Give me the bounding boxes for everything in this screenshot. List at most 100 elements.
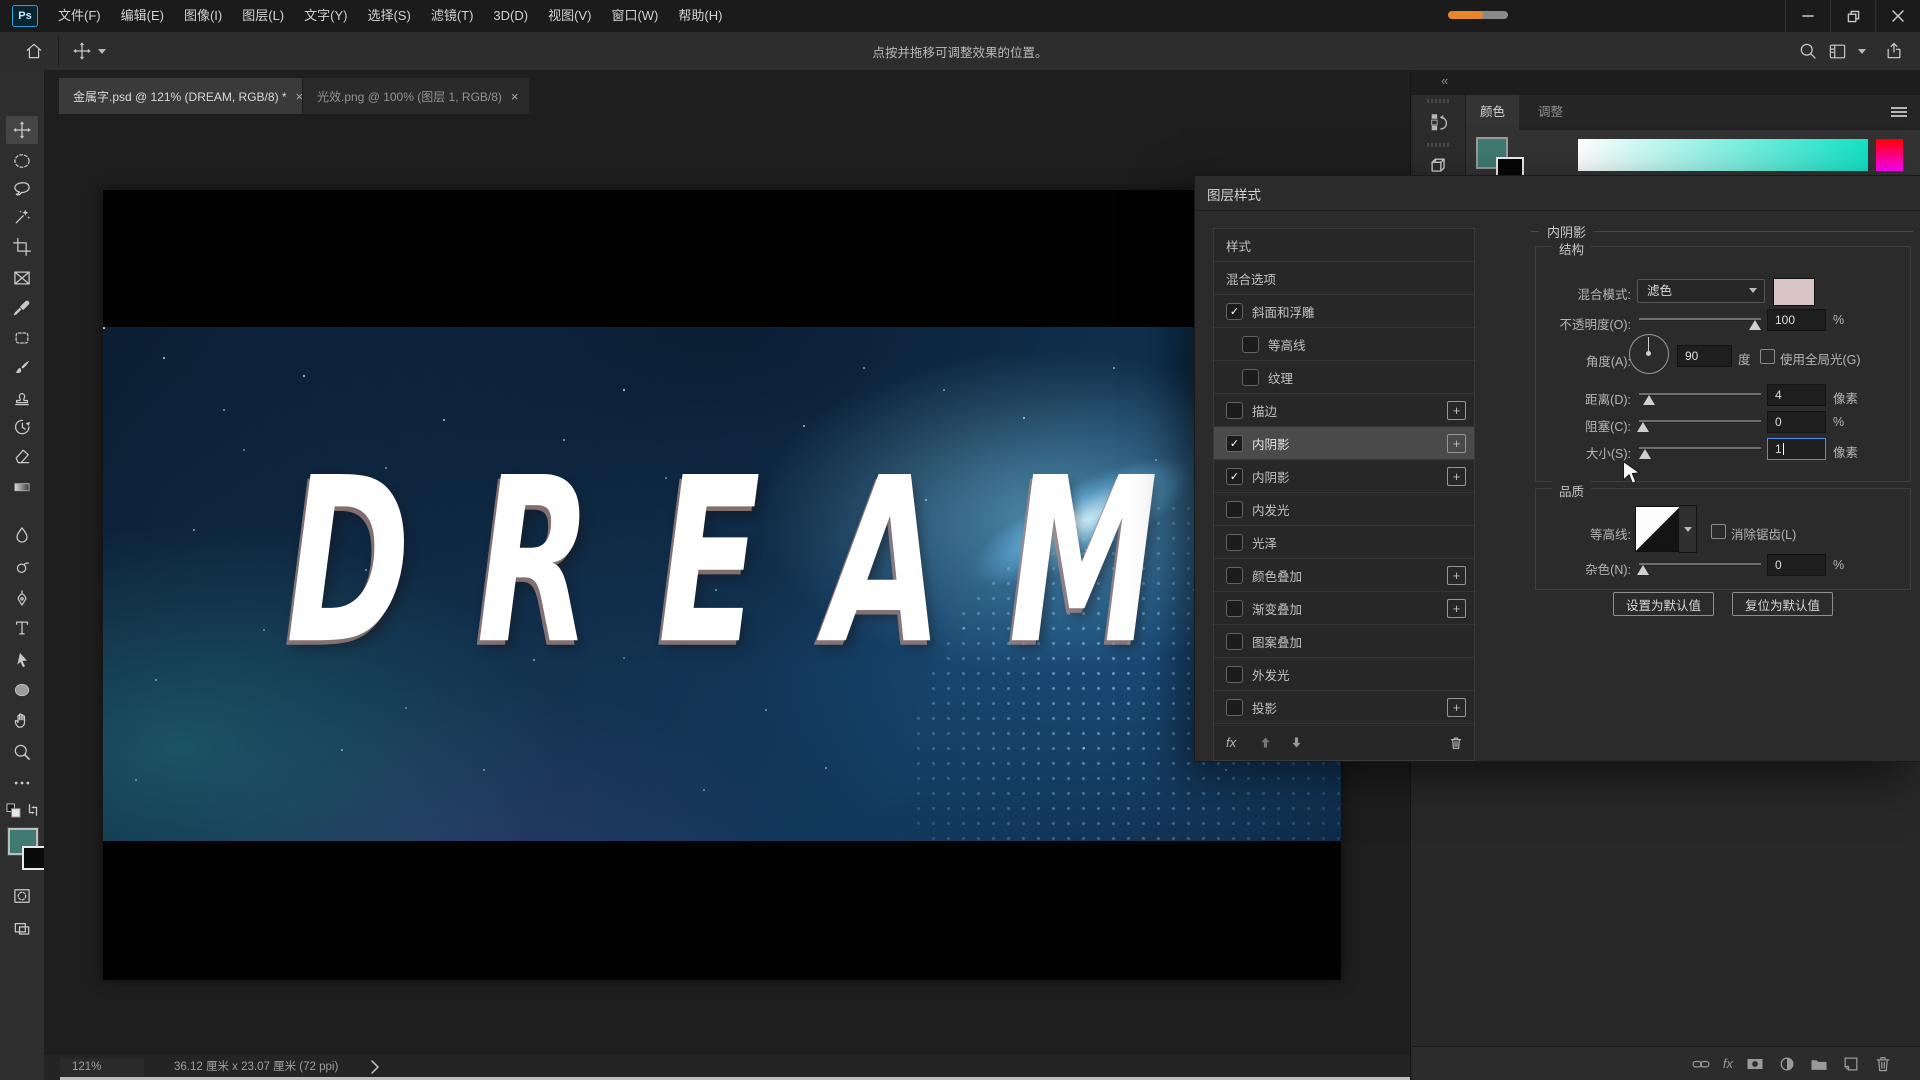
eyedropper-tool-icon[interactable] [6,294,38,322]
style-row-drop-shadow[interactable]: 投影 [1214,691,1474,724]
checkbox-icon[interactable] [1226,303,1243,320]
checkbox-icon[interactable] [1226,600,1243,617]
frame-tool-icon[interactable] [6,264,38,292]
style-row-satin[interactable]: 光泽 [1214,526,1474,559]
document-canvas[interactable]: DREAM [103,190,1341,980]
tab-color[interactable]: 颜色 [1466,95,1519,130]
history-panel-icon[interactable] [1413,105,1465,139]
style-row-inner-shadow-selected[interactable]: 内阴影 [1214,427,1474,460]
type-tool-icon[interactable] [6,614,38,642]
style-row-gradient-overlay[interactable]: 渐变叠加 [1214,592,1474,625]
zoom-tool-icon[interactable] [6,738,38,766]
menu-help[interactable]: 帮助(H) [668,0,732,32]
opacity-slider[interactable] [1639,315,1761,329]
swap-colors-icon[interactable] [26,803,40,817]
distance-value-field[interactable]: 4 [1767,384,1826,406]
checkbox-icon[interactable] [1226,468,1243,485]
ellipse-shape-tool-icon[interactable] [6,676,38,704]
panel-grip[interactable] [1427,143,1451,147]
add-effect-icon[interactable] [1447,698,1466,717]
close-tab-icon[interactable]: × [511,89,519,104]
minimize-button[interactable] [1786,0,1831,32]
checkbox-icon[interactable] [1226,534,1243,551]
styles-header-row[interactable]: 样式 [1214,229,1474,262]
quick-mask-icon[interactable] [6,882,38,910]
panel-grip[interactable] [1427,99,1451,103]
add-effect-icon[interactable] [1447,434,1466,453]
size-value-field[interactable]: 1 [1767,438,1826,460]
blend-mode-select[interactable]: 滤色 [1637,279,1765,303]
edit-toolbar-icon[interactable] [6,769,38,797]
style-row-outer-glow[interactable]: 外发光 [1214,658,1474,691]
tab-adjustments[interactable]: 调整 [1524,95,1577,130]
layer-style-fx-icon[interactable]: fx [1723,1056,1733,1071]
choke-value-field[interactable]: 0 [1767,411,1826,433]
color-ramp-gradient[interactable] [1578,139,1868,171]
history-brush-tool-icon[interactable] [6,413,38,441]
menu-layer[interactable]: 图层(L) [232,0,294,32]
checkbox-icon[interactable] [1226,501,1243,518]
menu-3d[interactable]: 3D(D) [483,0,538,32]
panel-menu-icon[interactable] [1891,107,1907,117]
lasso-tool-icon[interactable] [6,175,38,203]
brush-tool-icon[interactable] [6,354,38,382]
tab-document-1[interactable]: 金属字.psd @ 121% (DREAM, RGB/8) * × [59,78,313,114]
close-button[interactable] [1876,0,1920,32]
set-default-button[interactable]: 设置为默认值 [1613,592,1714,616]
menu-image[interactable]: 图像(I) [174,0,232,32]
angle-value-field[interactable]: 90 [1677,345,1732,367]
elliptical-marquee-tool-icon[interactable] [6,147,38,175]
menu-file[interactable]: 文件(F) [48,0,111,32]
contour-dropdown-icon[interactable] [1679,505,1697,553]
style-row-stroke[interactable]: 描边 [1214,394,1474,427]
collapse-panels-icon[interactable]: « [1441,73,1447,88]
clone-stamp-tool-icon[interactable] [6,384,38,412]
add-effect-icon[interactable] [1447,599,1466,618]
distance-slider[interactable] [1639,390,1761,404]
shadow-color-swatch[interactable] [1773,278,1815,306]
pen-tool-icon[interactable] [6,584,38,612]
add-effect-icon[interactable] [1447,467,1466,486]
blur-tool-icon[interactable] [6,521,38,549]
adjustment-layer-icon[interactable] [1777,1054,1797,1074]
menu-filter[interactable]: 滤镜(T) [421,0,484,32]
burn-tool-icon[interactable] [6,553,38,581]
checkbox-icon[interactable] [1226,633,1243,650]
new-group-icon[interactable] [1809,1054,1829,1074]
style-row-texture[interactable]: 纹理 [1214,361,1474,394]
link-layers-icon[interactable] [1691,1054,1711,1074]
quick-selection-tool-icon[interactable] [6,203,38,231]
path-selection-tool-icon[interactable] [6,646,38,674]
crop-tool-icon[interactable] [6,233,38,261]
noise-slider[interactable] [1639,560,1761,574]
hue-ramp[interactable] [1876,139,1903,171]
share-icon[interactable] [1884,41,1904,61]
move-tool-icon[interactable] [6,116,38,144]
add-effect-icon[interactable] [1447,566,1466,585]
layer-mask-icon[interactable] [1745,1054,1765,1074]
delete-effect-icon[interactable] [1448,735,1464,751]
style-row-bevel-emboss[interactable]: 斜面和浮雕 [1214,295,1474,328]
checkbox-icon[interactable] [1226,435,1243,452]
blending-options-row[interactable]: 混合选项 [1214,262,1474,295]
menu-type[interactable]: 文字(Y) [294,0,357,32]
tab-document-2[interactable]: 光效.png @ 100% (图层 1, RGB/8) × [302,78,529,114]
angle-dial[interactable] [1629,334,1669,374]
move-effect-down-icon[interactable] [1289,735,1304,750]
restore-button[interactable] [1831,0,1876,32]
screen-mode-icon[interactable] [6,915,38,943]
gradient-tool-icon[interactable] [6,473,38,501]
dialog-title[interactable]: 图层样式 [1207,184,1261,204]
search-icon[interactable] [1798,41,1818,61]
delete-layer-icon[interactable] [1873,1054,1893,1074]
opacity-value-field[interactable]: 100 [1767,309,1826,331]
style-row-color-overlay[interactable]: 颜色叠加 [1214,559,1474,592]
menu-view[interactable]: 视图(V) [538,0,601,32]
checkbox-icon[interactable] [1226,666,1243,683]
noise-value-field[interactable]: 0 [1767,554,1826,576]
choke-slider[interactable] [1639,417,1761,431]
style-row-pattern-overlay[interactable]: 图案叠加 [1214,625,1474,658]
status-options-chevron-icon[interactable] [370,1060,380,1074]
menu-edit[interactable]: 编辑(E) [111,0,174,32]
checkbox-icon[interactable] [1226,402,1243,419]
